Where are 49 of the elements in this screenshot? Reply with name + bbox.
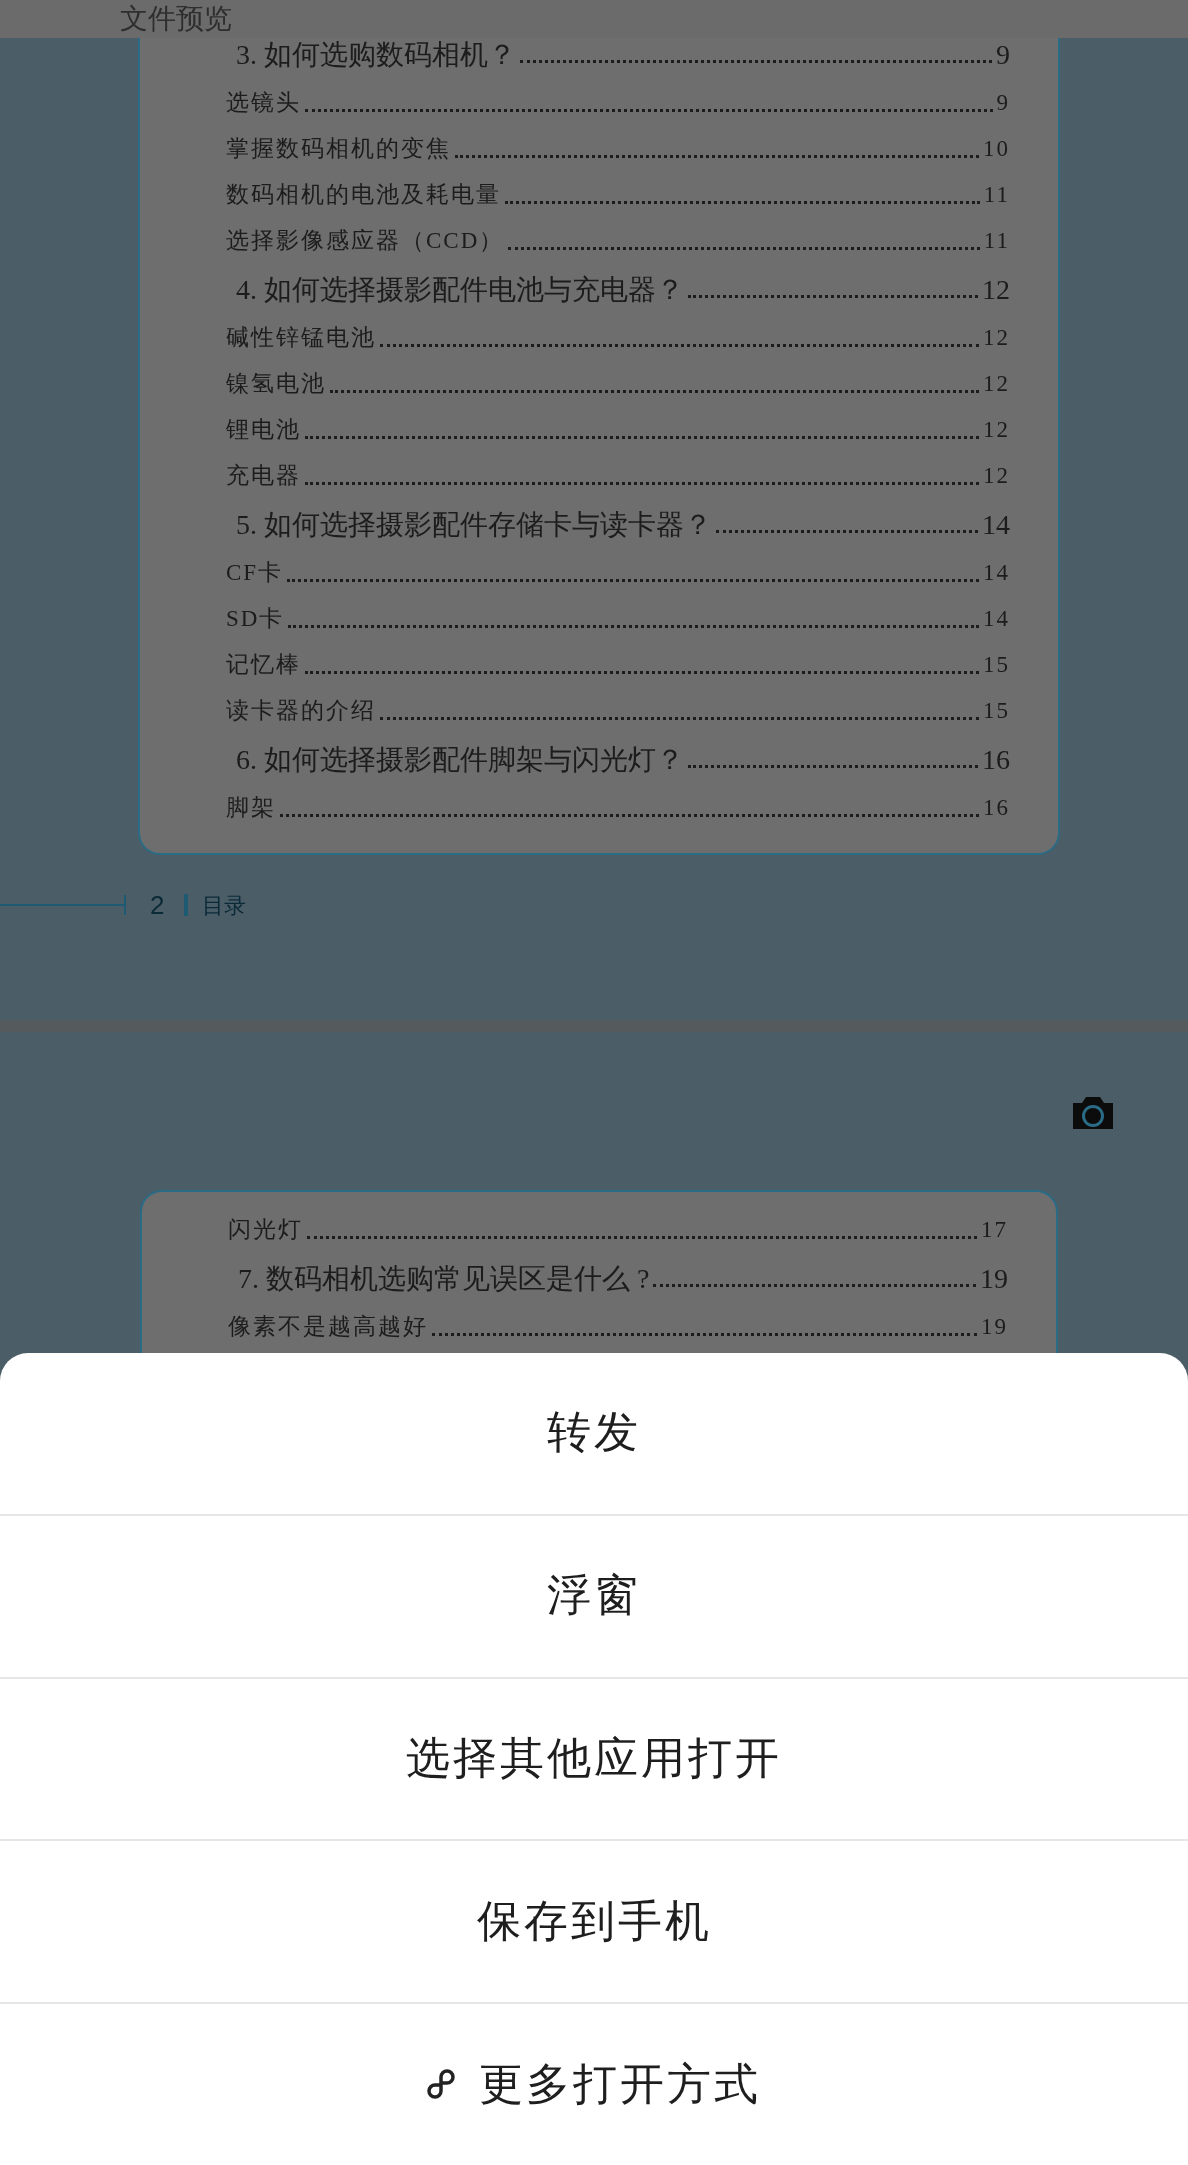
action-sheet-item[interactable]: 选择其他应用打开: [0, 1678, 1188, 1840]
page-number: 12: [983, 369, 1010, 398]
page-title: 文件预览: [120, 2, 232, 36]
action-sheet-item[interactable]: 浮窗: [0, 1515, 1188, 1677]
section-name: 目录: [202, 891, 247, 920]
page-number: 2: [150, 888, 165, 922]
entry-title: CF卡: [226, 558, 284, 587]
action-sheet-item[interactable]: 转发: [0, 1353, 1188, 1514]
page-number: 12: [983, 461, 1010, 490]
entry-title: 镍氢电池: [226, 369, 326, 398]
page-number: 12: [983, 323, 1010, 352]
page-number: 12: [983, 415, 1010, 444]
page-number: 9: [996, 37, 1010, 72]
action-sheet-item[interactable]: 保存到手机: [0, 1841, 1188, 2003]
page-number: 14: [983, 604, 1010, 633]
page-number: 14: [983, 558, 1010, 587]
entry-title: 碱性锌锰电池: [226, 323, 376, 352]
page-number: 19: [981, 1312, 1008, 1341]
section-title: 3. 如何选购数码相机？: [236, 37, 516, 72]
page-number: 10: [983, 134, 1010, 163]
page-number: 16: [983, 793, 1010, 822]
entry-title: 选择影像感应器（CCD）: [226, 226, 505, 255]
page-number: 17: [981, 1215, 1008, 1244]
page-number: 15: [983, 650, 1010, 679]
page-number: 12: [982, 272, 1010, 307]
section-title: 5. 如何选择摄影配件存储卡与读卡器？: [236, 507, 712, 542]
entry-title: 锂电池: [226, 415, 301, 444]
entry-title: 选镜头: [226, 88, 301, 117]
page-number: 14: [982, 507, 1010, 542]
section-title: 4. 如何选择摄影配件电池与充电器？: [236, 272, 684, 307]
entry-title: 闪光灯: [228, 1215, 303, 1244]
section-title: 6. 如何选择摄影配件脚架与闪光灯？: [236, 742, 684, 777]
entry-title: 记忆棒: [226, 650, 301, 679]
action-sheet-item[interactable]: 更多打开方式: [0, 2004, 1188, 2165]
page-number: 15: [983, 696, 1010, 725]
entry-title: 充电器: [226, 461, 301, 490]
page-number: 19: [980, 1261, 1008, 1296]
entry-title: 读卡器的介绍: [226, 696, 376, 725]
entry-title: 数码相机的电池及耗电量: [226, 180, 501, 209]
entry-title: 掌握数码相机的变焦: [226, 134, 451, 163]
page-number: 11: [983, 226, 1010, 255]
page-number: 16: [982, 742, 1010, 777]
page-number: 9: [996, 88, 1010, 117]
entry-title: SD卡: [226, 604, 285, 633]
entry-title: 像素不是越高越好: [228, 1312, 428, 1341]
page-number: 11: [983, 180, 1010, 209]
entry-title: 脚架: [226, 793, 276, 822]
camera-icon: [1070, 1094, 1116, 1132]
section-title: 7. 数码相机选购常见误区是什么 ?: [238, 1261, 650, 1296]
